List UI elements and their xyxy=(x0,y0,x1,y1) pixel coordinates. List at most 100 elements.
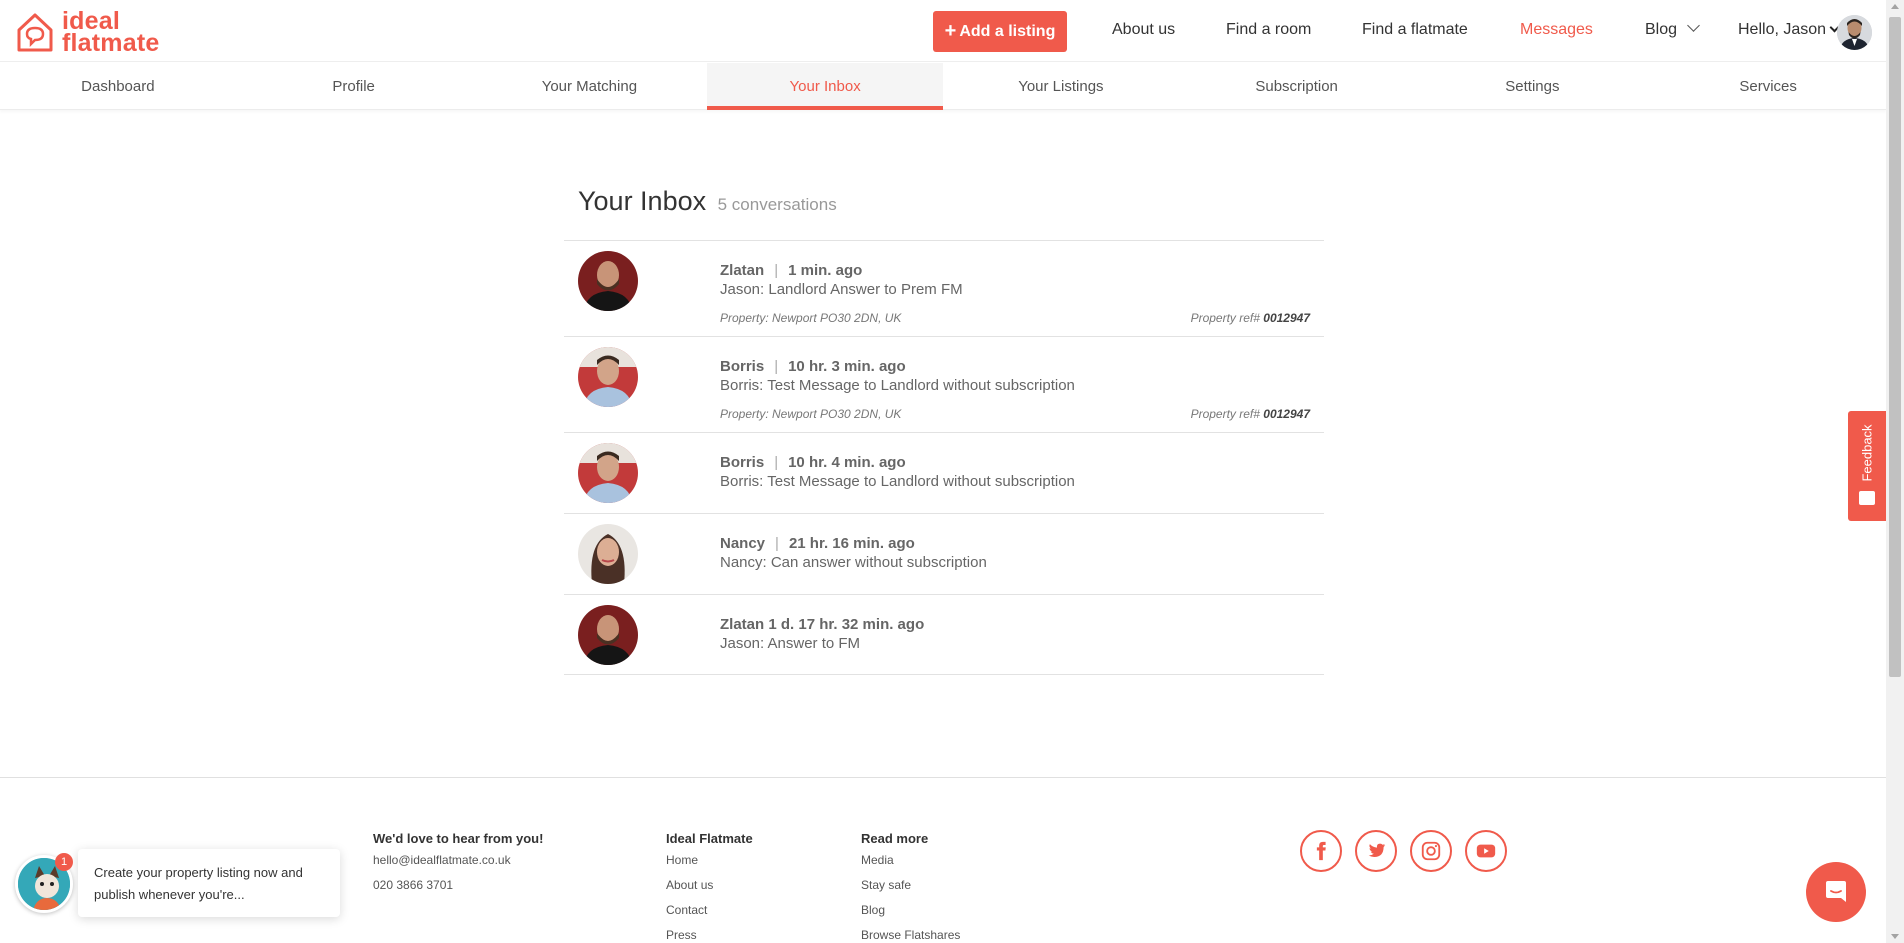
ideal-flatmate-logo[interactable]: ideal flatmate xyxy=(14,9,160,57)
footer-link-contact[interactable]: Contact xyxy=(666,903,753,917)
property-ref-label: Property ref# xyxy=(1190,407,1260,421)
messenger-launcher-button[interactable] xyxy=(1806,862,1866,922)
property-ref-number: 0012947 xyxy=(1263,311,1310,325)
property-ref-number: 0012947 xyxy=(1263,407,1310,421)
plus-icon: + xyxy=(944,20,957,42)
scroll-up-arrow-icon[interactable] xyxy=(1891,4,1899,9)
contact-avatar xyxy=(578,605,638,665)
footer-link-press[interactable]: Press xyxy=(666,928,753,942)
conversation-item[interactable]: Borris | 10 hr. 3 min. ago Borris: Test Me… xyxy=(564,336,1324,432)
conversation-header: Zlatan | 1 min. ago xyxy=(720,262,862,279)
message-time: 10 hr. 4 min. ago xyxy=(788,454,906,471)
feedback-label: Feedback xyxy=(1859,424,1875,482)
conversation-item[interactable]: Zlatan 1 d. 17 hr. 32 min. ago Jason: An… xyxy=(564,594,1324,675)
tab-settings[interactable]: Settings xyxy=(1415,63,1651,109)
message-time: 1 min. ago xyxy=(788,262,863,279)
avatar-image xyxy=(578,524,638,584)
separator: | xyxy=(774,358,779,375)
tab-profile[interactable]: Profile xyxy=(236,63,472,109)
footer-link-blog[interactable]: Blog xyxy=(861,903,960,917)
conversation-header: Zlatan 1 d. 17 hr. 32 min. ago xyxy=(720,616,924,633)
footer-email-link[interactable]: hello@idealflatmate.co.uk xyxy=(373,853,543,867)
property-reference: Property ref# 0012947 xyxy=(1191,311,1310,325)
chat-popup-message[interactable]: Create your property listing now and pub… xyxy=(78,849,340,917)
separator: | xyxy=(774,262,779,279)
page-title: Your Inbox 5 conversations xyxy=(578,186,837,217)
separator: | xyxy=(774,454,779,471)
conversation-list: Zlatan | 1 min. ago Jason: Landlord Answer… xyxy=(564,240,1324,675)
message-preview: Jason: Landlord Answer to Prem FM xyxy=(720,281,963,298)
feedback-tab[interactable]: Feedback xyxy=(1848,411,1886,521)
house-logo-icon xyxy=(17,13,53,52)
social-links xyxy=(1300,830,1507,872)
message-preview: Jason: Answer to FM xyxy=(720,635,861,652)
conversation-header: Borris | 10 hr. 3 min. ago xyxy=(720,358,906,375)
nav-blog-dropdown[interactable]: Blog xyxy=(1645,19,1700,39)
footer-link-media[interactable]: Media xyxy=(861,853,960,867)
footer-link-browse-flatshares[interactable]: Browse Flatshares xyxy=(861,928,960,942)
notification-badge: 1 xyxy=(55,853,73,871)
avatar-image xyxy=(578,251,638,311)
footer-contact-heading: We'd love to hear from you! xyxy=(373,831,544,846)
youtube-icon[interactable] xyxy=(1465,830,1507,872)
message-preview: Nancy: Can answer without subscription xyxy=(720,554,987,571)
footer-read-more: Read more Media Stay safe Blog Browse Fl… xyxy=(861,831,960,943)
user-greeting: Hello, Jason xyxy=(1738,21,1827,38)
scroll-down-arrow-icon[interactable] xyxy=(1891,934,1899,939)
tab-services[interactable]: Services xyxy=(1650,63,1886,109)
separator: | xyxy=(775,535,779,552)
sender-name: Borris xyxy=(720,358,765,375)
chat-bubble-icon xyxy=(1826,881,1846,902)
property-location: Property: Newport PO30 2DN, UK xyxy=(720,311,902,325)
tab-your-matching[interactable]: Your Matching xyxy=(472,63,708,109)
nav-find-a-room[interactable]: Find a room xyxy=(1226,21,1311,39)
logo-word-flatmate: flatmate xyxy=(62,29,160,57)
conversation-count: 5 conversations xyxy=(717,195,837,214)
tab-dashboard[interactable]: Dashboard xyxy=(0,63,236,109)
conversation-header: Nancy | 21 hr. 16 min. ago xyxy=(720,535,915,552)
property-location: Property: Newport PO30 2DN, UK xyxy=(720,407,902,421)
tab-your-listings[interactable]: Your Listings xyxy=(943,63,1179,109)
conversation-item[interactable]: Borris | 10 hr. 4 min. ago Borris: Test Me… xyxy=(564,432,1324,513)
nav-about-us[interactable]: About us xyxy=(1112,21,1175,39)
conversation-item[interactable]: Zlatan | 1 min. ago Jason: Landlord Answer… xyxy=(564,240,1324,336)
sender-name: Nancy xyxy=(720,535,766,552)
user-menu-dropdown[interactable]: Hello, Jason xyxy=(1738,21,1840,39)
add-listing-label: Add a listing xyxy=(959,22,1056,40)
sender-name: Borris xyxy=(720,454,765,471)
facebook-icon[interactable] xyxy=(1300,830,1342,872)
footer-read-more-heading: Read more xyxy=(861,831,929,846)
user-avatar-image xyxy=(1837,15,1872,50)
scrollbar-thumb[interactable] xyxy=(1889,17,1901,677)
message-time: 10 hr. 3 min. ago xyxy=(788,358,906,375)
message-time: 21 hr. 16 min. ago xyxy=(788,535,915,552)
top-navigation: ideal flatmate + Add a listing About us … xyxy=(0,0,1886,62)
nav-messages[interactable]: Messages xyxy=(1520,21,1593,39)
twitter-icon[interactable] xyxy=(1355,830,1397,872)
footer-link-home[interactable]: Home xyxy=(666,853,753,867)
chevron-down-icon xyxy=(1687,19,1700,32)
page-scrollbar[interactable] xyxy=(1886,0,1904,943)
user-avatar[interactable] xyxy=(1837,15,1872,50)
tab-subscription[interactable]: Subscription xyxy=(1179,63,1415,109)
footer-link-stay-safe[interactable]: Stay safe xyxy=(861,878,960,892)
contact-avatar xyxy=(578,251,638,311)
tab-your-inbox[interactable]: Your Inbox xyxy=(707,63,943,110)
contact-avatar xyxy=(578,443,638,503)
feedback-icon xyxy=(1859,491,1875,505)
contact-avatar xyxy=(578,524,638,584)
avatar-image xyxy=(578,605,638,665)
message-preview: Borris: Test Message to Landlord without… xyxy=(720,473,1075,490)
dashboard-tabs: Dashboard Profile Your Matching Your Inb… xyxy=(0,63,1886,110)
conversation-header: Borris | 10 hr. 4 min. ago xyxy=(720,454,906,471)
conversation-item[interactable]: Nancy | 21 hr. 16 min. ago Nancy: Can answ… xyxy=(564,513,1324,594)
message-preview: Borris: Test Message to Landlord without… xyxy=(720,377,1075,394)
instagram-icon[interactable] xyxy=(1410,830,1452,872)
nav-find-a-flatmate[interactable]: Find a flatmate xyxy=(1362,21,1468,39)
footer-phone[interactable]: 020 3866 3701 xyxy=(373,878,543,892)
avatar-image xyxy=(578,443,638,503)
add-listing-button[interactable]: + Add a listing xyxy=(933,11,1067,52)
contact-avatar xyxy=(578,347,638,407)
property-ref-label: Property ref# xyxy=(1190,311,1260,325)
footer-link-about[interactable]: About us xyxy=(666,878,753,892)
